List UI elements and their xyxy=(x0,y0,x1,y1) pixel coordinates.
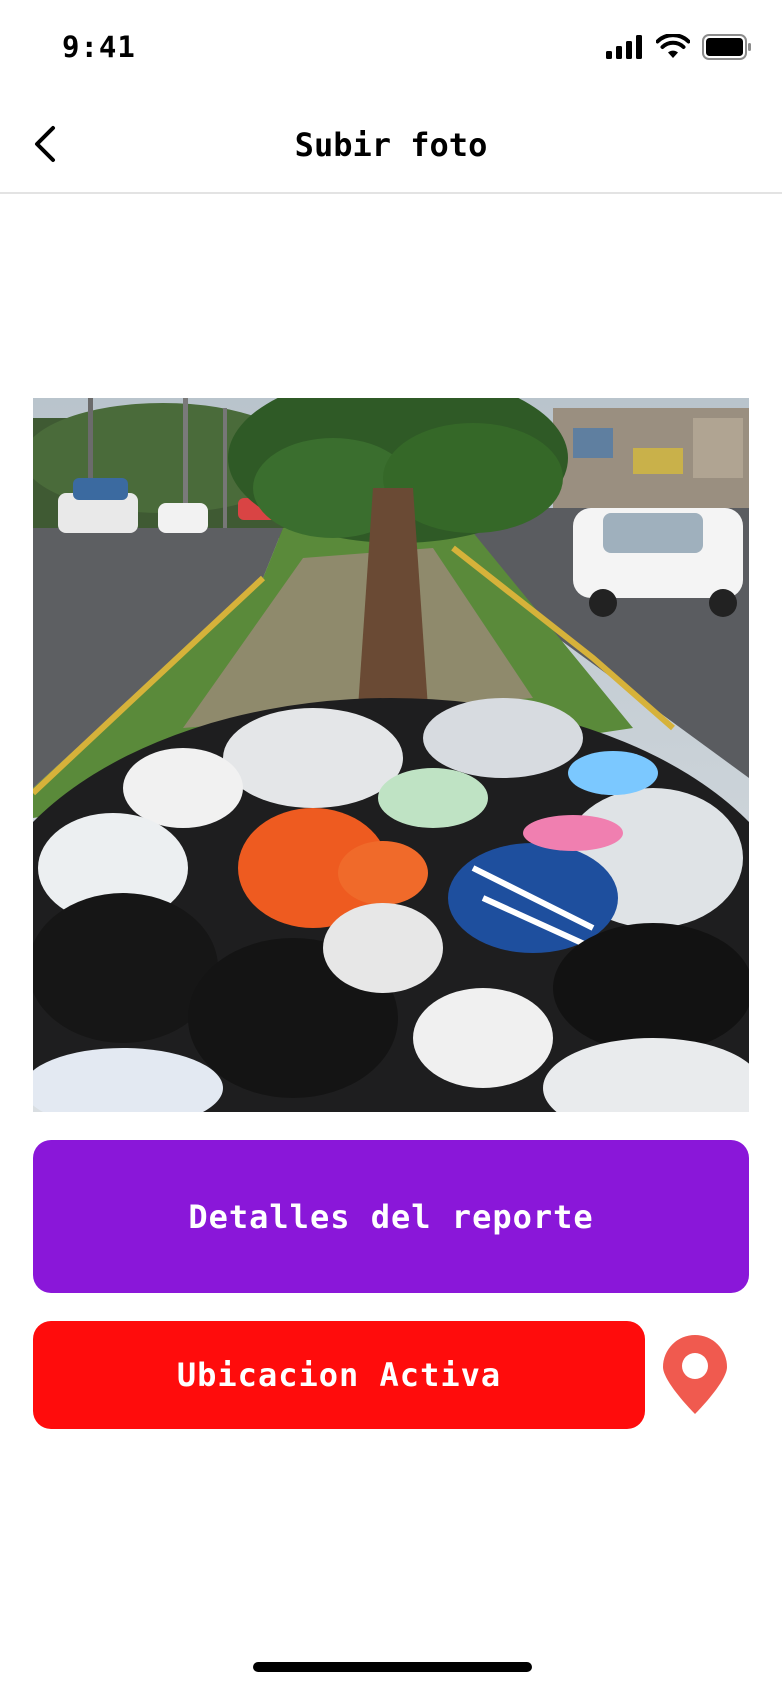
garbage-photo-image xyxy=(33,398,749,1112)
location-active-button[interactable]: Ubicacion Activa xyxy=(33,1321,645,1429)
status-bar: 9:41 xyxy=(0,0,782,100)
report-photo xyxy=(33,398,749,1112)
status-icons xyxy=(606,34,752,60)
report-details-button[interactable]: Detalles del reporte xyxy=(33,1140,749,1293)
page-title: Subir foto xyxy=(294,126,488,164)
report-details-label: Detalles del reporte xyxy=(188,1197,594,1236)
home-indicator xyxy=(253,1662,532,1672)
wifi-icon xyxy=(656,34,690,58)
nav-bar: Subir foto xyxy=(0,100,782,194)
battery-icon xyxy=(702,34,751,60)
signal-icon xyxy=(606,35,642,59)
location-active-label: Ubicacion Activa xyxy=(176,1356,502,1394)
location-pin-button[interactable] xyxy=(660,1334,730,1416)
status-time: 9:41 xyxy=(62,30,136,64)
location-pin-icon xyxy=(663,1335,727,1414)
